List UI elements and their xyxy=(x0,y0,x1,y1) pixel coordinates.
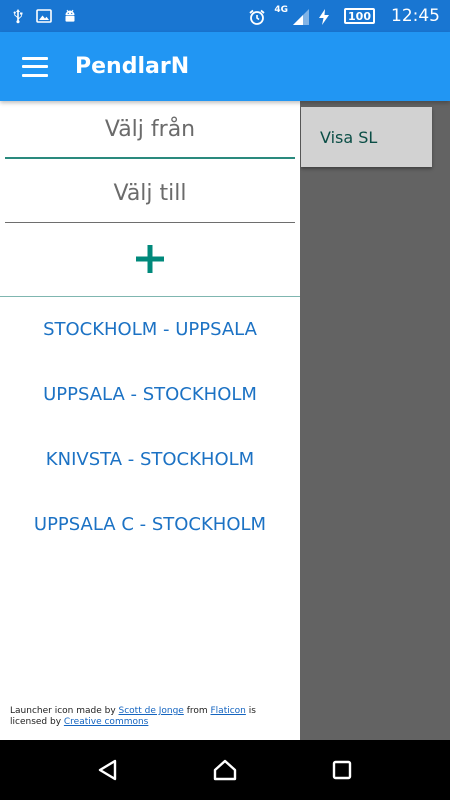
status-bar: 4G 100 12:45 xyxy=(0,0,450,32)
route-item[interactable]: STOCKHOLM - UPPSALA xyxy=(0,297,300,362)
signal-icon xyxy=(292,8,310,25)
recents-icon[interactable] xyxy=(322,750,362,790)
add-route-button[interactable] xyxy=(0,225,300,297)
menu-icon[interactable] xyxy=(22,56,48,77)
navigation-drawer: Välj från Välj till STOCKHOLM - UPPSALA … xyxy=(0,101,300,740)
usb-icon xyxy=(10,8,26,24)
system-nav-bar xyxy=(0,740,450,800)
route-item[interactable]: UPPSALA C - STOCKHOLM xyxy=(0,492,300,557)
app-bar: PendlarN xyxy=(0,32,450,101)
battery-indicator: 100 xyxy=(344,8,375,24)
home-icon[interactable] xyxy=(205,750,245,790)
network-type: 4G xyxy=(274,5,289,15)
flaticon-link[interactable]: Flaticon xyxy=(211,706,246,716)
credits-middle: from xyxy=(183,706,211,716)
route-item[interactable]: UPPSALA - STOCKHOLM xyxy=(0,362,300,427)
saved-routes-list: STOCKHOLM - UPPSALA UPPSALA - STOCKHOLM … xyxy=(0,297,300,557)
status-time: 12:45 xyxy=(391,6,440,26)
attribution-text: Launcher icon made by Scott de Jonge fro… xyxy=(10,706,295,728)
to-station-input[interactable]: Välj till xyxy=(5,165,295,223)
app-title: PendlarN xyxy=(75,54,190,79)
alarm-icon xyxy=(248,8,265,25)
status-system: 4G 100 12:45 xyxy=(248,5,440,26)
author-link[interactable]: Scott de Jonge xyxy=(119,706,184,716)
credits-prefix: Launcher icon made by xyxy=(10,706,119,716)
status-notifications xyxy=(10,8,78,24)
visa-sl-button[interactable]: Visa SL xyxy=(301,107,432,167)
from-station-input[interactable]: Välj från xyxy=(5,101,295,159)
route-item[interactable]: KNIVSTA - STOCKHOLM xyxy=(0,427,300,492)
android-icon xyxy=(62,8,78,24)
image-icon xyxy=(36,8,52,24)
back-icon[interactable] xyxy=(88,750,128,790)
license-link[interactable]: Creative commons xyxy=(64,717,148,727)
charging-bolt-icon xyxy=(318,8,334,25)
plus-icon xyxy=(135,244,165,278)
